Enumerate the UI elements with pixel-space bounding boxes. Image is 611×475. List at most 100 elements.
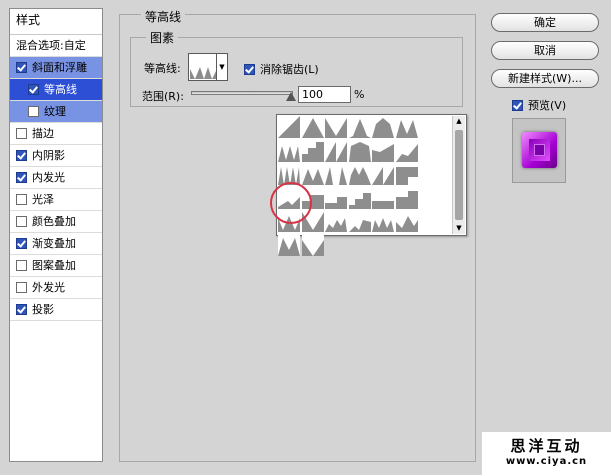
style-item-label: 混合选项:自定 bbox=[16, 38, 86, 52]
contour-preset-v-shape-icon[interactable] bbox=[301, 233, 324, 256]
scroll-thumb[interactable] bbox=[455, 130, 463, 220]
range-unit: % bbox=[354, 88, 365, 101]
contour-preset-w-shape-icon[interactable] bbox=[278, 210, 300, 232]
checkbox-icon[interactable] bbox=[512, 99, 523, 111]
antialias-checkbox[interactable]: 消除锯齿(L) bbox=[244, 61, 319, 77]
style-item[interactable]: 斜面和浮雕 bbox=[10, 57, 102, 79]
range-input[interactable]: 100 bbox=[298, 86, 351, 103]
contour-preset-sawtooth-2-icon[interactable] bbox=[372, 163, 394, 185]
contour-preset-ring-icon[interactable] bbox=[395, 116, 418, 138]
contour-preset-linear-icon[interactable] bbox=[278, 116, 300, 138]
checkbox-icon[interactable] bbox=[16, 128, 27, 139]
contour-preset-wave-b-icon[interactable] bbox=[348, 210, 371, 232]
contour-preset-spike-pair-icon[interactable] bbox=[325, 163, 347, 185]
contour-picker[interactable]: ▼ bbox=[188, 53, 228, 81]
style-item[interactable]: 渐变叠加 bbox=[10, 233, 102, 255]
contour-preset-half-round-icon[interactable] bbox=[372, 116, 394, 138]
style-item-label: 斜面和浮雕 bbox=[32, 60, 87, 74]
gem-bevel bbox=[529, 139, 550, 161]
style-item[interactable]: 投影 bbox=[10, 299, 102, 321]
contour-preset-sawtooth-icon[interactable] bbox=[325, 139, 347, 162]
style-item[interactable]: 外发光 bbox=[10, 277, 102, 299]
contour-presets-popup: ▲ ▼ bbox=[276, 114, 467, 256]
styles-title: 样式 bbox=[10, 9, 102, 35]
style-item-label: 图案叠加 bbox=[32, 258, 76, 272]
checkbox-icon[interactable] bbox=[244, 63, 255, 75]
checkbox-icon[interactable] bbox=[16, 216, 27, 227]
contour-preset-step-2-icon[interactable] bbox=[325, 186, 347, 209]
contour-preview-icon bbox=[190, 67, 217, 79]
range-label: 范围(R): bbox=[142, 90, 184, 103]
contour-preset-step-1-icon[interactable] bbox=[301, 186, 324, 209]
elements-group-title: 图素 bbox=[146, 29, 179, 46]
contour-preset-m-shape-icon[interactable] bbox=[278, 233, 300, 256]
gem-preview-image bbox=[522, 132, 557, 168]
style-item-label: 纹理 bbox=[44, 104, 66, 118]
cancel-button[interactable]: 取消 bbox=[491, 41, 599, 60]
checkbox-icon[interactable] bbox=[16, 172, 27, 183]
contour-preset-cove-shallow-icon[interactable] bbox=[372, 139, 394, 162]
contour-group-title: 等高线 bbox=[141, 8, 186, 25]
contour-preset-triangle-inv-icon[interactable] bbox=[301, 210, 324, 232]
style-item[interactable]: 颜色叠加 bbox=[10, 211, 102, 233]
scroll-up-icon[interactable]: ▲ bbox=[453, 116, 465, 127]
checkbox-icon[interactable] bbox=[28, 84, 39, 95]
style-item[interactable]: 图案叠加 bbox=[10, 255, 102, 277]
checkbox-icon[interactable] bbox=[16, 194, 27, 205]
contour-preset-rounded-steps-icon[interactable] bbox=[301, 139, 324, 162]
contour-preset-step-5-icon[interactable] bbox=[395, 186, 418, 209]
contour-preset-peaks-icon[interactable] bbox=[278, 163, 300, 185]
contour-preset-ring-double-icon[interactable] bbox=[278, 139, 300, 162]
style-item[interactable]: 等高线 bbox=[10, 79, 102, 101]
checkbox-icon[interactable] bbox=[16, 150, 27, 161]
contour-preset-wave-d-icon[interactable] bbox=[395, 210, 418, 232]
contour-preset-rolling-slope-icon[interactable] bbox=[395, 139, 418, 162]
contour-preset-double-ring-icon[interactable] bbox=[348, 163, 371, 185]
style-item[interactable]: 描边 bbox=[10, 123, 102, 145]
style-item[interactable]: 纹理 bbox=[10, 101, 102, 123]
contour-preset-cone-icon[interactable] bbox=[301, 116, 324, 138]
style-item-label: 投影 bbox=[32, 302, 54, 316]
contour-label: 等高线: bbox=[144, 62, 181, 75]
blending-options-item[interactable]: 混合选项:自定 bbox=[10, 35, 102, 57]
style-item[interactable]: 光泽 bbox=[10, 189, 102, 211]
styles-panel: 样式 混合选项:自定斜面和浮雕等高线纹理描边内阴影内发光光泽颜色叠加渐变叠加图案… bbox=[9, 8, 103, 462]
contour-preset-wave-a-icon[interactable] bbox=[325, 210, 347, 232]
contour-preset-wave-c-icon[interactable] bbox=[372, 210, 394, 232]
range-slider[interactable] bbox=[191, 91, 293, 95]
ok-button[interactable]: 确定 bbox=[491, 13, 599, 32]
gem-core bbox=[534, 144, 545, 156]
popup-scrollbar[interactable]: ▲ ▼ bbox=[452, 116, 465, 234]
contour-preset-cove-deep-icon[interactable] bbox=[348, 139, 371, 162]
style-item-label: 渐变叠加 bbox=[32, 236, 76, 250]
style-preview bbox=[512, 118, 566, 183]
contour-preset-ramps-icon[interactable] bbox=[278, 186, 300, 209]
preview-checkbox[interactable]: 预览(V) bbox=[512, 97, 566, 113]
preview-label: 预览(V) bbox=[528, 99, 567, 112]
checkbox-icon[interactable] bbox=[16, 260, 27, 271]
style-item[interactable]: 内发光 bbox=[10, 167, 102, 189]
style-item-label: 等高线 bbox=[44, 82, 77, 96]
range-slider-thumb[interactable] bbox=[286, 92, 296, 101]
contour-preset-cone-inverted-icon[interactable] bbox=[325, 116, 347, 138]
checkbox-icon[interactable] bbox=[16, 304, 27, 315]
new-style-button[interactable]: 新建样式(W)... bbox=[491, 69, 599, 88]
watermark-title: 思洋互动 bbox=[510, 437, 583, 455]
style-item[interactable]: 内阴影 bbox=[10, 145, 102, 167]
contour-preset-step-3-icon[interactable] bbox=[348, 186, 371, 209]
checkbox-icon[interactable] bbox=[28, 106, 39, 117]
chevron-down-icon[interactable]: ▼ bbox=[216, 54, 227, 80]
checkbox-icon[interactable] bbox=[16, 282, 27, 293]
contour-preset-gaussian-icon[interactable] bbox=[348, 116, 371, 138]
contour-preset-notch-icon[interactable] bbox=[395, 163, 418, 185]
contour-preset-triangle-multi-icon[interactable] bbox=[301, 163, 324, 185]
style-item-label: 描边 bbox=[32, 126, 54, 140]
watermark-url: www.ciya.cn bbox=[505, 456, 588, 467]
watermark: 思洋互动 www.ciya.cn bbox=[482, 432, 611, 475]
contour-preset-step-4-icon[interactable] bbox=[372, 186, 394, 209]
style-item-label: 内阴影 bbox=[32, 148, 65, 162]
checkbox-icon[interactable] bbox=[16, 238, 27, 249]
checkbox-icon[interactable] bbox=[16, 62, 27, 73]
style-item-label: 光泽 bbox=[32, 192, 54, 206]
scroll-down-icon[interactable]: ▼ bbox=[453, 223, 465, 234]
